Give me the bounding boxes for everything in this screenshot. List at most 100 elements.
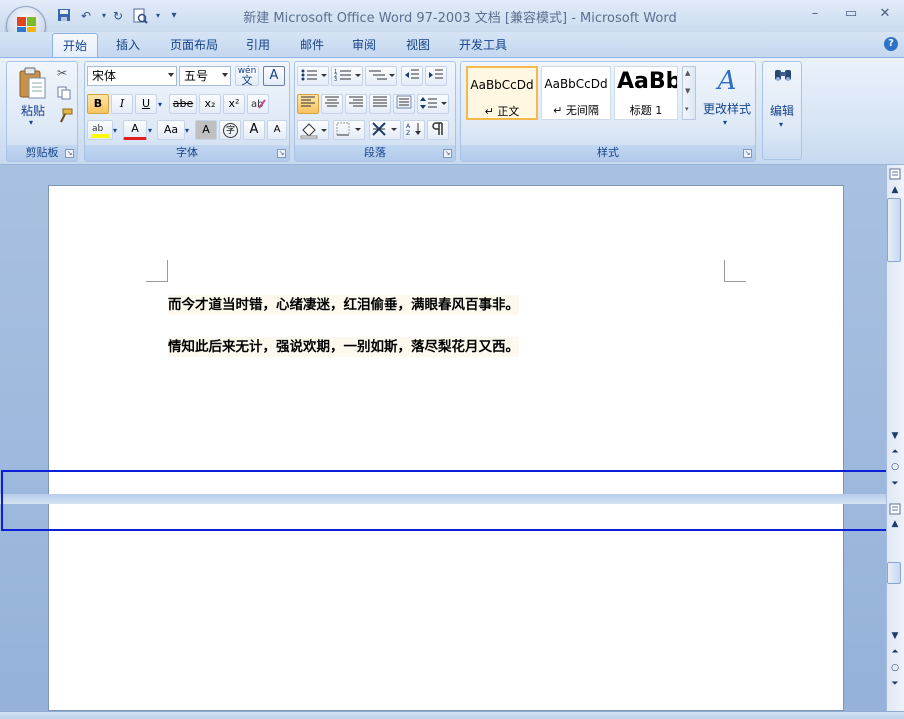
scroll-down-icon[interactable]: ▼ <box>888 430 902 442</box>
close-icon[interactable]: ✕ <box>876 6 894 22</box>
scroll-up-icon-lower[interactable]: ▲ <box>888 518 902 530</box>
save-icon[interactable] <box>56 8 72 24</box>
change-styles-dropdown-icon: ▾ <box>723 118 728 127</box>
italic-button[interactable]: I <box>111 94 133 114</box>
shading-button[interactable] <box>297 120 329 140</box>
align-left-button[interactable] <box>297 94 319 114</box>
line-spacing-button[interactable] <box>417 94 449 114</box>
paste-icon[interactable] <box>17 66 47 100</box>
maximize-icon[interactable]: ▭ <box>842 6 860 22</box>
tab-review[interactable]: 审阅 <box>344 33 384 58</box>
tab-home[interactable]: 开始 <box>52 33 98 58</box>
change-styles-button[interactable]: A 更改样式 ▾ <box>700 64 754 144</box>
paste-button-label[interactable]: 粘贴 <box>9 102 57 119</box>
scroll-thumb[interactable] <box>887 198 901 262</box>
chinese-layout-button[interactable] <box>369 120 401 140</box>
distributed-button[interactable] <box>393 94 415 114</box>
cut-icon[interactable]: ✂ <box>57 66 73 82</box>
font-size-combo[interactable]: 五号 <box>179 66 231 86</box>
select-browse-object-icon-lower[interactable]: ○ <box>888 662 902 674</box>
tab-insert[interactable]: 插入 <box>108 33 148 58</box>
undo-icon[interactable]: ↶ <box>78 8 94 24</box>
format-painter-icon[interactable] <box>57 108 73 124</box>
paragraph-launcher-icon[interactable]: ↘ <box>443 149 452 158</box>
increase-indent-button[interactable] <box>425 66 447 86</box>
style-heading-1[interactable]: AaBb 标题 1 <box>614 66 678 120</box>
print-preview-icon[interactable] <box>132 8 148 24</box>
qat-dropdown-icon[interactable]: ▾ <box>150 8 166 24</box>
numbering-button[interactable]: 123 <box>331 66 363 86</box>
borders-button[interactable] <box>333 120 365 140</box>
char-border-button[interactable]: A <box>263 66 285 86</box>
show-marks-button[interactable] <box>427 120 449 140</box>
change-case-dropdown-icon[interactable]: ▾ <box>185 126 189 135</box>
editing-group[interactable]: 编辑 ▾ <box>762 61 802 160</box>
previous-page-icon-lower[interactable]: ⏶ <box>888 646 902 658</box>
document-paragraph[interactable]: 而今才道当时错，心绪凄迷，红泪偷垂，满眼春风百事非。 <box>168 295 519 315</box>
svg-text:ab: ab <box>92 124 104 134</box>
tab-developer[interactable]: 开发工具 <box>450 33 516 58</box>
bold-button[interactable]: B <box>87 94 109 114</box>
tab-page-layout[interactable]: 页面布局 <box>160 33 228 58</box>
highlight-button[interactable]: ab <box>87 120 113 140</box>
scroll-up-icon[interactable]: ▲ <box>888 184 902 196</box>
decrease-indent-button[interactable] <box>401 66 423 86</box>
grow-font-button[interactable]: A <box>243 120 265 140</box>
enclose-char-button[interactable]: 字 <box>219 120 241 140</box>
phonetic-guide-button[interactable]: wén 文 <box>235 66 259 86</box>
strikethrough-button[interactable]: abe <box>169 94 197 114</box>
select-browse-object-icon[interactable]: ○ <box>888 461 902 473</box>
justify-button[interactable] <box>369 94 391 114</box>
view-ruler-icon[interactable] <box>888 168 902 180</box>
customize-qat-icon[interactable]: ▾ <box>166 8 182 24</box>
sort-button[interactable]: AZ <box>403 120 425 140</box>
next-page-icon-lower[interactable]: ⏷ <box>888 678 902 690</box>
tab-mailings[interactable]: 邮件 <box>292 33 332 58</box>
styles-gallery-scroll[interactable]: ▲ ▼ ▾ <box>682 66 696 120</box>
shrink-font-button[interactable]: A <box>267 120 287 140</box>
highlight-dropdown-icon[interactable]: ▾ <box>113 126 117 135</box>
help-icon[interactable]: ? <box>884 37 898 51</box>
tab-references[interactable]: 引用 <box>238 33 278 58</box>
clipboard-launcher-icon[interactable]: ↘ <box>65 149 74 158</box>
scroll-thumb-lower[interactable] <box>887 562 901 584</box>
font-name-combo[interactable]: 宋体 <box>87 66 177 86</box>
styles-launcher-icon[interactable]: ↘ <box>743 149 752 158</box>
style-sample: AaBbCcDd <box>544 77 608 91</box>
underline-dropdown-icon[interactable]: ▾ <box>158 100 162 109</box>
next-page-icon[interactable]: ⏷ <box>888 478 902 490</box>
redo-icon[interactable]: ↻ <box>110 8 126 24</box>
superscript-button[interactable]: x² <box>223 94 245 114</box>
clear-formatting-icon: ab <box>251 99 266 110</box>
binoculars-icon <box>773 66 793 86</box>
style-normal[interactable]: AaBbCcDd ↵ 正文 <box>466 66 538 120</box>
svg-text:A: A <box>406 123 411 130</box>
chevron-up-icon[interactable]: ▲ <box>685 69 690 77</box>
document-paragraph[interactable]: 情知此后来无计，强说欢期，一别如斯，落尽梨花月又西。 <box>168 337 519 357</box>
previous-page-icon[interactable]: ⏶ <box>888 446 902 458</box>
style-no-spacing[interactable]: AaBbCcDd ↵ 无间隔 <box>541 66 611 120</box>
underline-button[interactable]: U <box>135 94 157 114</box>
chevron-down-icon <box>168 73 174 77</box>
svg-text:3: 3 <box>334 77 337 83</box>
bullets-button[interactable] <box>297 66 329 86</box>
font-color-button[interactable]: A <box>123 120 147 140</box>
more-styles-icon[interactable]: ▾ <box>685 105 689 113</box>
change-case-button[interactable]: Aa <box>157 120 185 140</box>
subscript-button[interactable]: x₂ <box>199 94 221 114</box>
chevron-down-icon[interactable]: ▼ <box>685 87 690 95</box>
align-right-button[interactable] <box>345 94 367 114</box>
tab-view[interactable]: 视图 <box>398 33 438 58</box>
align-center-button[interactable] <box>321 94 343 114</box>
minimize-icon[interactable]: – <box>806 6 824 22</box>
paint-bucket-icon <box>300 123 327 139</box>
char-shading-button[interactable]: A <box>195 120 217 140</box>
multilevel-list-button[interactable] <box>365 66 397 86</box>
clear-formatting-button[interactable]: ab <box>247 94 269 114</box>
copy-icon[interactable] <box>57 86 73 102</box>
font-launcher-icon[interactable]: ↘ <box>277 149 286 158</box>
paste-dropdown-icon[interactable]: ▾ <box>29 118 33 127</box>
view-ruler-icon-lower[interactable] <box>888 503 902 515</box>
font-color-dropdown-icon[interactable]: ▾ <box>148 126 152 135</box>
scroll-down-icon-lower[interactable]: ▼ <box>888 630 902 642</box>
